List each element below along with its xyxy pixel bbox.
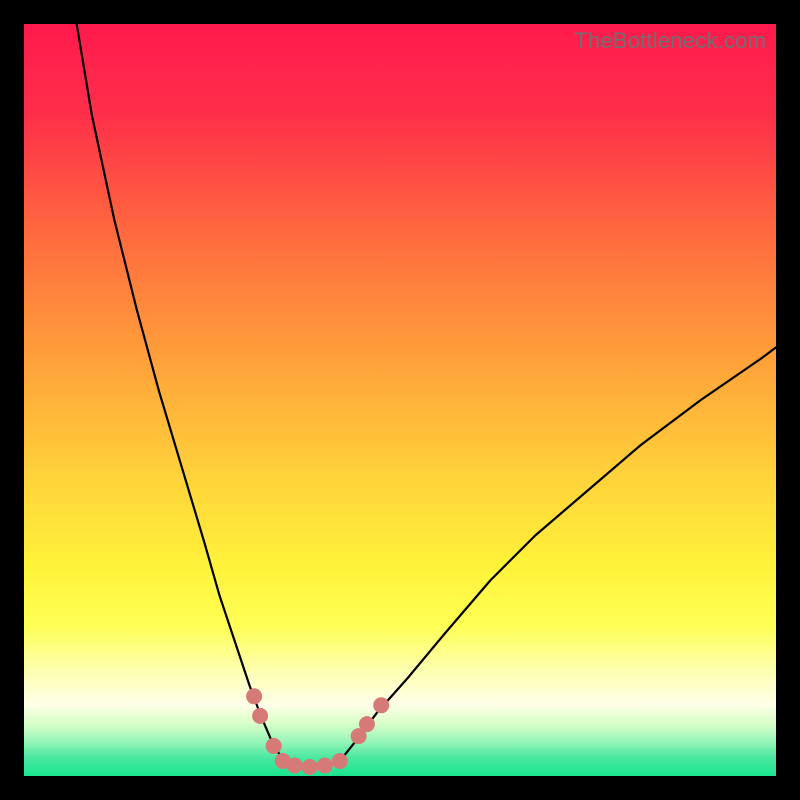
chart-curves <box>24 24 776 776</box>
plot-area: TheBottleneck.com <box>24 24 776 776</box>
data-marker <box>266 738 282 754</box>
outer-frame: TheBottleneck.com <box>0 0 800 800</box>
data-marker <box>246 688 262 704</box>
data-marker <box>373 697 389 713</box>
data-marker <box>332 753 348 769</box>
watermark-text: TheBottleneck.com <box>574 28 766 54</box>
data-marker <box>252 708 268 724</box>
data-marker <box>302 759 318 775</box>
bottleneck-curve <box>77 24 776 767</box>
data-marker <box>317 757 333 773</box>
data-marker <box>287 757 303 773</box>
data-marker <box>359 716 375 732</box>
